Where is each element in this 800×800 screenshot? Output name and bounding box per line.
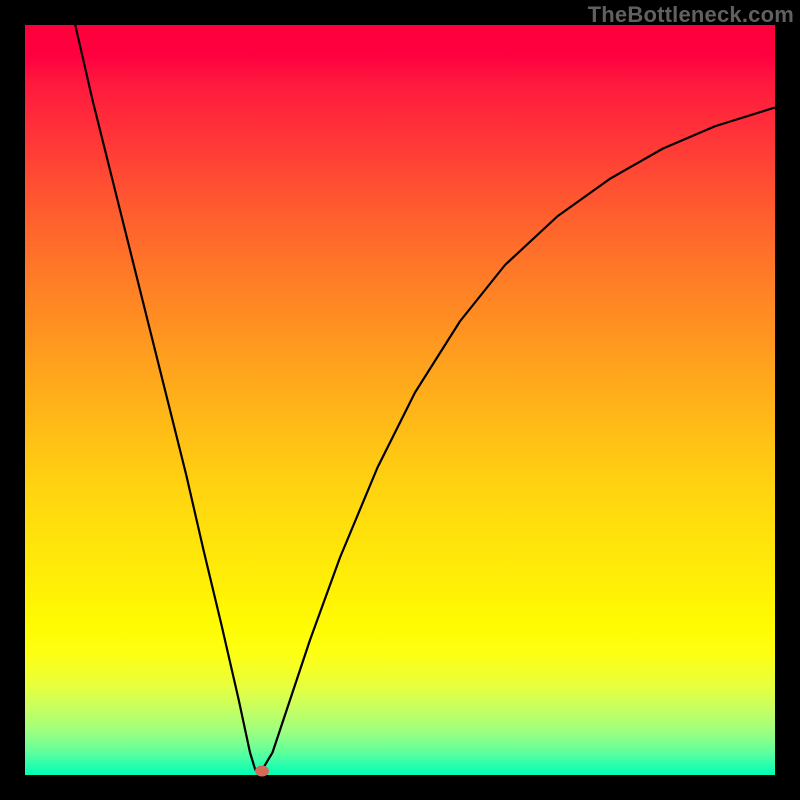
optimal-marker xyxy=(255,766,269,777)
bottleneck-curve xyxy=(75,25,775,771)
watermark: TheBottleneck.com xyxy=(588,2,794,28)
plot-area xyxy=(25,25,775,775)
chart-frame: TheBottleneck.com xyxy=(0,0,800,800)
curve-svg xyxy=(25,25,775,775)
